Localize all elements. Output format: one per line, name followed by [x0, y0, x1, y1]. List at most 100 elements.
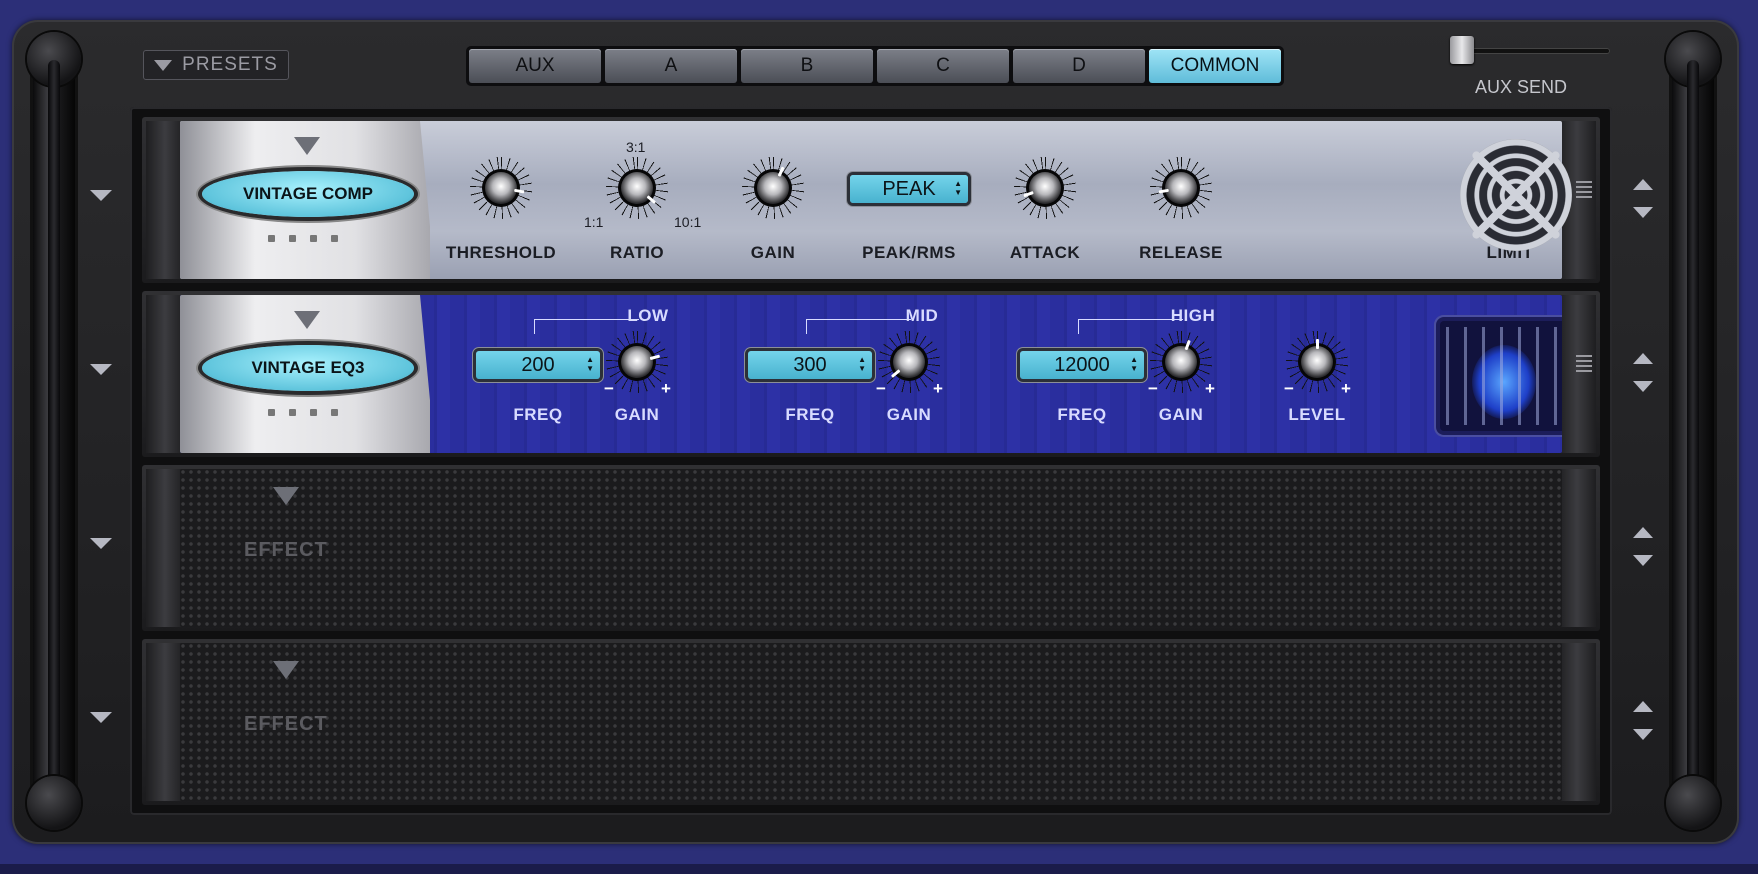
high-band-label: HIGH — [1170, 306, 1216, 325]
dropdown-triangle-icon — [154, 59, 173, 71]
slot-4-move-down-icon[interactable] — [1633, 729, 1653, 740]
plus-label: + — [1341, 379, 1351, 398]
empty-slot-grille[interactable]: EFFECT — [180, 469, 1562, 627]
effect-select-arrow-icon[interactable] — [273, 487, 299, 505]
slot-rack-ear — [1558, 643, 1596, 801]
spin-arrows-icon[interactable]: ▲ ▼ — [954, 179, 962, 197]
tab-aux[interactable]: AUX — [469, 49, 601, 83]
effect-name-badge[interactable]: VINTAGE EQ3 — [202, 345, 414, 391]
tab-a[interactable]: A — [605, 49, 737, 83]
slot-1-move-down-icon[interactable] — [1633, 207, 1653, 218]
slot-1-move-up-icon[interactable] — [1633, 179, 1653, 190]
effect-slot-empty-4: EFFECT — [142, 639, 1600, 805]
mid-freq-field[interactable]: 300 ▲ ▼ — [748, 351, 872, 379]
slot-4-move-up-icon[interactable] — [1633, 701, 1653, 712]
peak-rms-label: PEAK/RMS — [862, 243, 956, 262]
effect-name-badge[interactable]: VINTAGE COMP — [202, 171, 414, 217]
effect-slot-vintage-comp: VINTAGE COMP THRESHOLD 3:1 1:1 10:1 RATI… — [142, 117, 1600, 283]
slot-2-menu-arrow-icon[interactable] — [90, 364, 112, 375]
slot-3-menu-arrow-icon[interactable] — [90, 538, 112, 549]
minus-label: − — [876, 379, 886, 398]
empty-effect-label: EFFECT — [244, 539, 328, 561]
slot-rack-ear — [146, 121, 184, 279]
slot-rack-ear — [146, 643, 184, 801]
effect-slot-vintage-eq3: VINTAGE EQ3 LOW MID HIGH 200 ▲ ▼ FREQ − +… — [142, 291, 1600, 457]
plus-label: + — [1205, 379, 1215, 398]
comp-gain-label: GAIN — [750, 243, 796, 262]
rail-bar — [1687, 60, 1699, 790]
attack-knob[interactable] — [1014, 157, 1076, 219]
spin-arrows-icon[interactable]: ▲ ▼ — [586, 355, 594, 373]
mid-gain-label: GAIN — [886, 405, 932, 424]
slot-rack-ear — [146, 469, 184, 627]
aux-send-slider[interactable] — [1450, 36, 1610, 64]
ratio-label: RATIO — [609, 243, 665, 262]
level-label: LEVEL — [1288, 405, 1346, 424]
release-knob[interactable] — [1150, 157, 1212, 219]
slot-3-move-down-icon[interactable] — [1633, 555, 1653, 566]
tab-d[interactable]: D — [1013, 49, 1145, 83]
release-label: RELEASE — [1139, 243, 1223, 262]
low-gain-knob[interactable] — [606, 331, 668, 393]
effect-slot-empty-3: EFFECT — [142, 465, 1600, 631]
high-freq-field[interactable]: 12000 ▲ ▼ — [1020, 351, 1144, 379]
comp-gain-knob[interactable] — [742, 157, 804, 219]
slot-rack-ear — [1558, 469, 1596, 627]
effect-rack: VINTAGE COMP THRESHOLD 3:1 1:1 10:1 RATI… — [130, 107, 1612, 815]
high-freq-value: 12000 — [1054, 353, 1110, 376]
attack-label: ATTACK — [1009, 243, 1081, 262]
minus-label: − — [1148, 379, 1158, 398]
effect-select-arrow-icon[interactable] — [294, 137, 320, 155]
presets-button[interactable]: PRESETS — [143, 50, 289, 80]
high-gain-knob[interactable] — [1150, 331, 1212, 393]
tab-c[interactable]: C — [877, 49, 1009, 83]
aux-send-thumb[interactable] — [1450, 36, 1474, 64]
slot-3-move-up-icon[interactable] — [1633, 527, 1653, 538]
eq-name-panel: VINTAGE EQ3 — [180, 295, 430, 453]
mid-gain-knob[interactable] — [878, 331, 940, 393]
rail-cap-bottom — [1666, 776, 1720, 830]
bottom-edge — [0, 864, 1758, 874]
fan-grille-icon — [1460, 139, 1572, 251]
effect-select-arrow-icon[interactable] — [273, 661, 299, 679]
right-rail — [1666, 32, 1720, 830]
mid-freq-value: 300 — [793, 353, 827, 376]
slot-2-move-up-icon[interactable] — [1633, 353, 1653, 364]
tab-bar: AUX A B C D COMMON — [466, 46, 1284, 86]
rail-bar — [48, 60, 60, 790]
eq-faceplate: VINTAGE EQ3 LOW MID HIGH 200 ▲ ▼ FREQ − +… — [180, 295, 1562, 453]
slot-1-menu-arrow-icon[interactable] — [90, 190, 112, 201]
peak-rms-value: PEAK — [882, 177, 936, 200]
comp-faceplate: VINTAGE COMP THRESHOLD 3:1 1:1 10:1 RATI… — [180, 121, 1562, 279]
left-rail — [27, 32, 81, 830]
slot-2-move-down-icon[interactable] — [1633, 381, 1653, 392]
slot-rack-ear — [1558, 295, 1596, 453]
ratio-scale-max: 10:1 — [674, 214, 702, 230]
low-freq-value: 200 — [521, 353, 555, 376]
page-dots — [268, 235, 338, 242]
mid-band-label: MID — [905, 306, 939, 325]
comp-name-panel: VINTAGE COMP — [180, 121, 430, 279]
drag-handle-icon[interactable] — [1576, 355, 1592, 373]
slot-rack-ear — [146, 295, 184, 453]
level-knob[interactable] — [1286, 331, 1348, 393]
effect-select-arrow-icon[interactable] — [294, 311, 320, 329]
low-freq-field[interactable]: 200 ▲ ▼ — [476, 351, 600, 379]
empty-slot-grille[interactable]: EFFECT — [180, 643, 1562, 801]
ratio-knob[interactable] — [606, 157, 668, 219]
tube-window-icon — [1440, 321, 1562, 431]
ratio-scale-mid: 3:1 — [626, 139, 646, 155]
page-dots — [268, 409, 338, 416]
plus-label: + — [661, 379, 671, 398]
spin-arrows-icon[interactable]: ▲ ▼ — [858, 355, 866, 373]
threshold-label: THRESHOLD — [445, 243, 557, 262]
spin-arrows-icon[interactable]: ▲ ▼ — [1130, 355, 1138, 373]
tab-b[interactable]: B — [741, 49, 873, 83]
rail-cap-bottom — [27, 776, 81, 830]
drag-handle-icon[interactable] — [1576, 181, 1592, 199]
tab-common[interactable]: COMMON — [1149, 49, 1281, 83]
empty-effect-label: EFFECT — [244, 713, 328, 735]
threshold-knob[interactable] — [470, 157, 532, 219]
slot-4-menu-arrow-icon[interactable] — [90, 712, 112, 723]
peak-rms-selector[interactable]: PEAK ▲ ▼ — [850, 175, 968, 203]
